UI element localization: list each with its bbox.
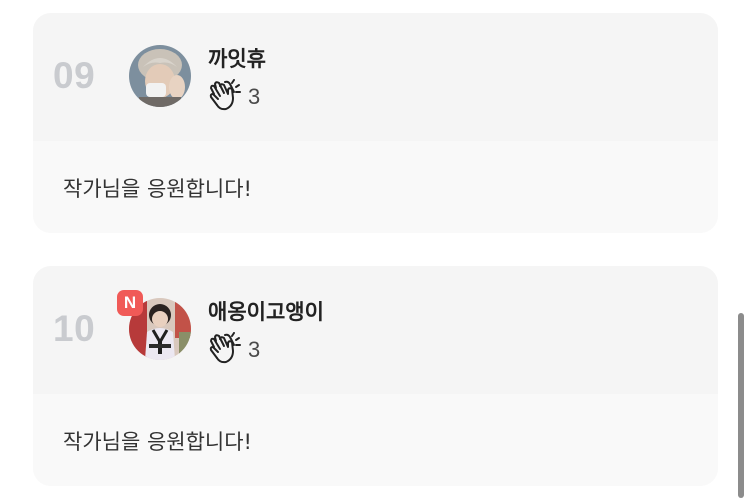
comment-card: 10 N 애옹이고앵이 3 작가님을 응원합니다! — [33, 266, 718, 486]
clap-button[interactable]: 3 — [207, 332, 260, 368]
comment-header: 09 까잇휴 3 — [33, 13, 718, 141]
comment-body: 작가님을 응원합니다! — [33, 141, 718, 233]
clap-count: 3 — [248, 337, 261, 362]
clap-count: 3 — [248, 84, 261, 109]
rank-number: 10 — [53, 308, 96, 349]
scrollbar[interactable] — [738, 313, 744, 498]
clapping-hands-icon — [207, 79, 241, 115]
rank-number: 09 — [53, 55, 96, 96]
comment-card: 09 까잇휴 3 작가님을 응원합니다! — [33, 13, 718, 233]
comment-text: 작가님을 응원합니다! — [63, 177, 252, 201]
comment-text: 작가님을 응원합니다! — [63, 430, 252, 454]
clap-button[interactable]: 3 — [207, 79, 260, 115]
comment-header: 10 N 애옹이고앵이 3 — [33, 266, 718, 394]
user-name[interactable]: 까잇휴 — [208, 43, 266, 73]
user-name[interactable]: 애옹이고앵이 — [208, 296, 324, 326]
new-badge: N — [117, 290, 143, 316]
comment-body: 작가님을 응원합니다! — [33, 394, 718, 486]
avatar[interactable] — [129, 45, 191, 107]
comment-list: 09 까잇휴 3 작가님을 응원합니다! 10 N 애옹이고앵이 3 작가님을 … — [0, 0, 750, 498]
clapping-hands-icon — [207, 332, 241, 368]
